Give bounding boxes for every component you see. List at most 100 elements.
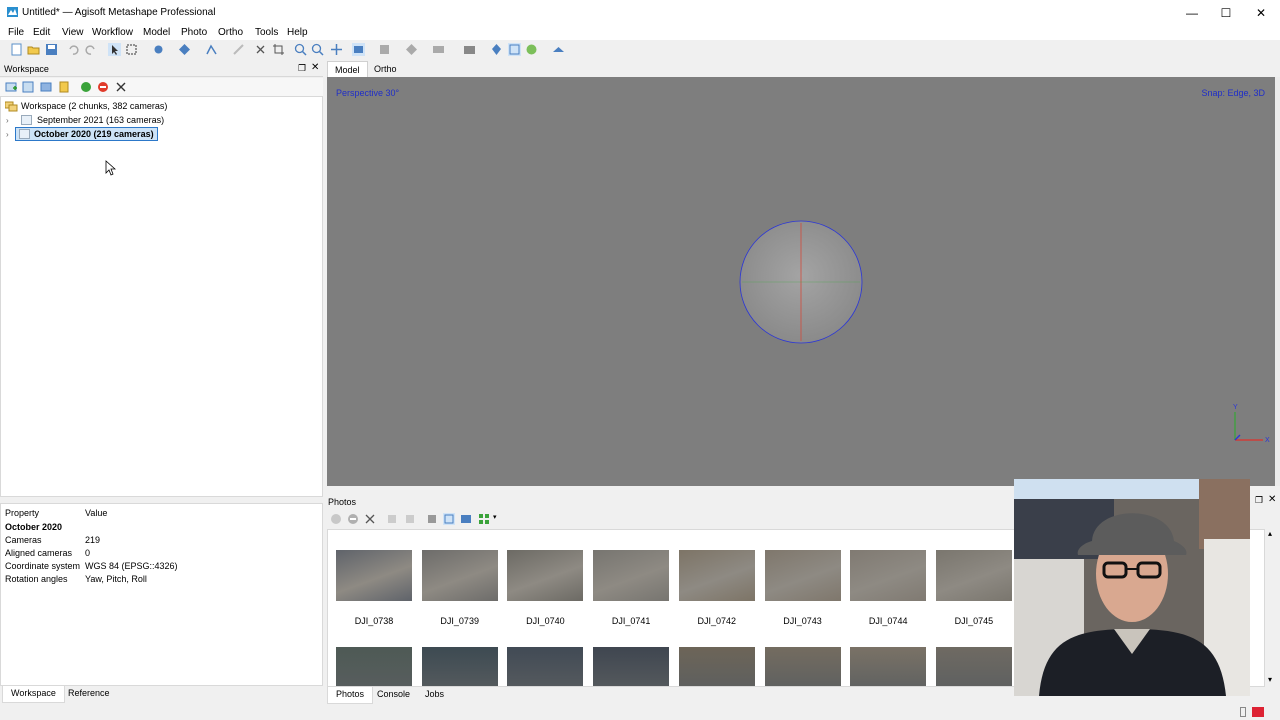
menu-edit[interactable]: Edit (33, 27, 50, 38)
menu-photo[interactable]: Photo (181, 27, 207, 38)
undock-icon[interactable]: ❐ (298, 63, 306, 74)
filter-photos-icon[interactable] (426, 513, 438, 525)
photo-thumbnail[interactable] (850, 647, 927, 686)
tab-model[interactable]: Model (327, 61, 368, 77)
show-model-icon[interactable] (405, 43, 418, 56)
tree-root-workspace[interactable]: Workspace (2 chunks, 382 cameras) (5, 99, 167, 113)
expand-arrow-icon[interactable]: › (6, 116, 16, 125)
save-project-icon[interactable] (45, 43, 58, 56)
photo-thumbnail[interactable] (593, 550, 670, 601)
crop-selection-icon[interactable] (272, 43, 285, 56)
show-cameras-icon[interactable] (352, 43, 365, 56)
disable-camera-icon[interactable] (97, 81, 109, 93)
show-shapes-icon[interactable] (463, 43, 476, 56)
close-pane-icon[interactable]: ✕ (1268, 494, 1276, 505)
disable-photo-icon[interactable] (347, 513, 359, 525)
tree-item-label: September 2021 (163 cameras) (37, 115, 165, 125)
menu-help[interactable]: Help (287, 27, 308, 38)
photo-thumbnail[interactable] (593, 647, 670, 686)
menu-view[interactable]: View (62, 27, 84, 38)
close-button[interactable]: ✕ (1244, 0, 1278, 25)
photo-thumbnail[interactable] (935, 647, 1012, 686)
add-chunk-icon[interactable] (5, 81, 17, 93)
trackball-icon[interactable] (738, 219, 864, 345)
show-markers-icon[interactable] (490, 43, 503, 56)
add-photos-icon[interactable] (22, 81, 34, 93)
draw-polyline-icon[interactable] (232, 43, 245, 56)
menu-tools[interactable]: Tools (255, 27, 278, 38)
photo-thumbnail[interactable] (678, 647, 755, 686)
show-trackball-icon[interactable] (525, 43, 538, 56)
scroll-up-icon[interactable]: ▴ (1268, 529, 1272, 538)
add-folder-icon[interactable] (40, 81, 52, 93)
enable-photo-icon[interactable] (330, 513, 342, 525)
show-points-icon[interactable] (378, 43, 391, 56)
ruler-icon[interactable] (205, 43, 218, 56)
close-pane-icon[interactable]: ✕ (311, 62, 319, 73)
undock-icon[interactable]: ❐ (1255, 495, 1263, 506)
pane-splitter[interactable] (0, 497, 323, 502)
tab-reference[interactable]: Reference (60, 686, 118, 703)
tab-jobs[interactable]: Jobs (417, 687, 452, 704)
rotate-object-icon[interactable] (178, 43, 191, 56)
show-region-icon[interactable] (508, 43, 521, 56)
photos-scrollbar[interactable]: ▴ ▾ (1265, 529, 1280, 687)
tab-console[interactable]: Console (369, 687, 418, 704)
remove-items-icon[interactable] (115, 81, 127, 93)
remove-photo-icon[interactable] (364, 513, 376, 525)
zoom-in-icon[interactable] (294, 43, 307, 56)
rotate-right-icon[interactable] (404, 513, 416, 525)
menu-model[interactable]: Model (143, 27, 170, 38)
zoom-out-icon[interactable] (311, 43, 324, 56)
photo-thumbnail[interactable] (764, 550, 841, 601)
photo-thumbnail[interactable] (935, 550, 1012, 601)
minimize-button[interactable]: — (1175, 0, 1209, 25)
metashape-logo-icon (7, 7, 18, 17)
menu-file[interactable]: File (8, 27, 24, 38)
photo-thumbnail[interactable] (336, 647, 412, 686)
photo-thumbnail[interactable] (764, 647, 841, 686)
photo-thumbnail[interactable] (850, 550, 927, 601)
tree-item-chunk[interactable]: › September 2021 (163 cameras) (6, 113, 164, 127)
delete-selection-icon[interactable] (254, 43, 267, 56)
details-view-icon[interactable] (460, 513, 472, 525)
expand-arrow-icon[interactable]: › (6, 130, 16, 139)
photo-thumbnail[interactable] (421, 550, 498, 601)
undo-icon[interactable] (67, 43, 80, 56)
chunk-icon (19, 129, 30, 139)
rotate-left-icon[interactable] (386, 513, 398, 525)
reset-filter-icon[interactable] (443, 513, 455, 525)
status-bar (0, 704, 1280, 720)
model-viewport[interactable]: Perspective 30° Snap: Edge, 3D Y X (327, 77, 1275, 486)
tree-item-chunk-selected[interactable]: › October 2020 (219 cameras) (6, 127, 158, 141)
photo-thumbnail[interactable] (507, 550, 584, 601)
chunk-icon (21, 115, 32, 125)
enable-camera-icon[interactable] (80, 81, 92, 93)
tab-photos[interactable]: Photos (327, 687, 374, 704)
tab-ortho[interactable]: Ortho (367, 61, 404, 77)
photo-thumbnail[interactable] (678, 550, 755, 601)
thumbnail-size-icon[interactable] (478, 513, 490, 525)
chevron-down-icon[interactable]: ▾ (493, 513, 497, 521)
reset-view-icon[interactable] (330, 43, 343, 56)
photo-thumbnail[interactable] (336, 550, 412, 601)
photo-label: DJI_0744 (868, 616, 908, 626)
new-project-icon[interactable] (10, 43, 23, 56)
menu-ortho[interactable]: Ortho (218, 27, 243, 38)
maximize-button[interactable]: ☐ (1209, 0, 1243, 25)
open-project-icon[interactable] (27, 43, 40, 56)
redo-icon[interactable] (84, 43, 97, 56)
add-markers-icon[interactable] (58, 81, 70, 93)
scroll-down-icon[interactable]: ▾ (1268, 675, 1272, 684)
show-grid-icon[interactable] (552, 43, 565, 56)
move-object-icon[interactable] (152, 43, 165, 56)
photo-thumbnail[interactable] (421, 647, 498, 686)
photo-thumbnail[interactable] (507, 647, 584, 686)
menu-workflow[interactable]: Workflow (92, 27, 133, 38)
axis-gizmo-icon: Y X (1233, 404, 1270, 444)
rectangle-selection-icon[interactable] (125, 43, 138, 56)
tab-workspace[interactable]: Workspace (2, 686, 65, 703)
navigation-tool-icon[interactable] (108, 43, 121, 56)
show-tiled-model-icon[interactable] (432, 43, 445, 56)
viewport-scrollbar[interactable] (1275, 77, 1280, 486)
